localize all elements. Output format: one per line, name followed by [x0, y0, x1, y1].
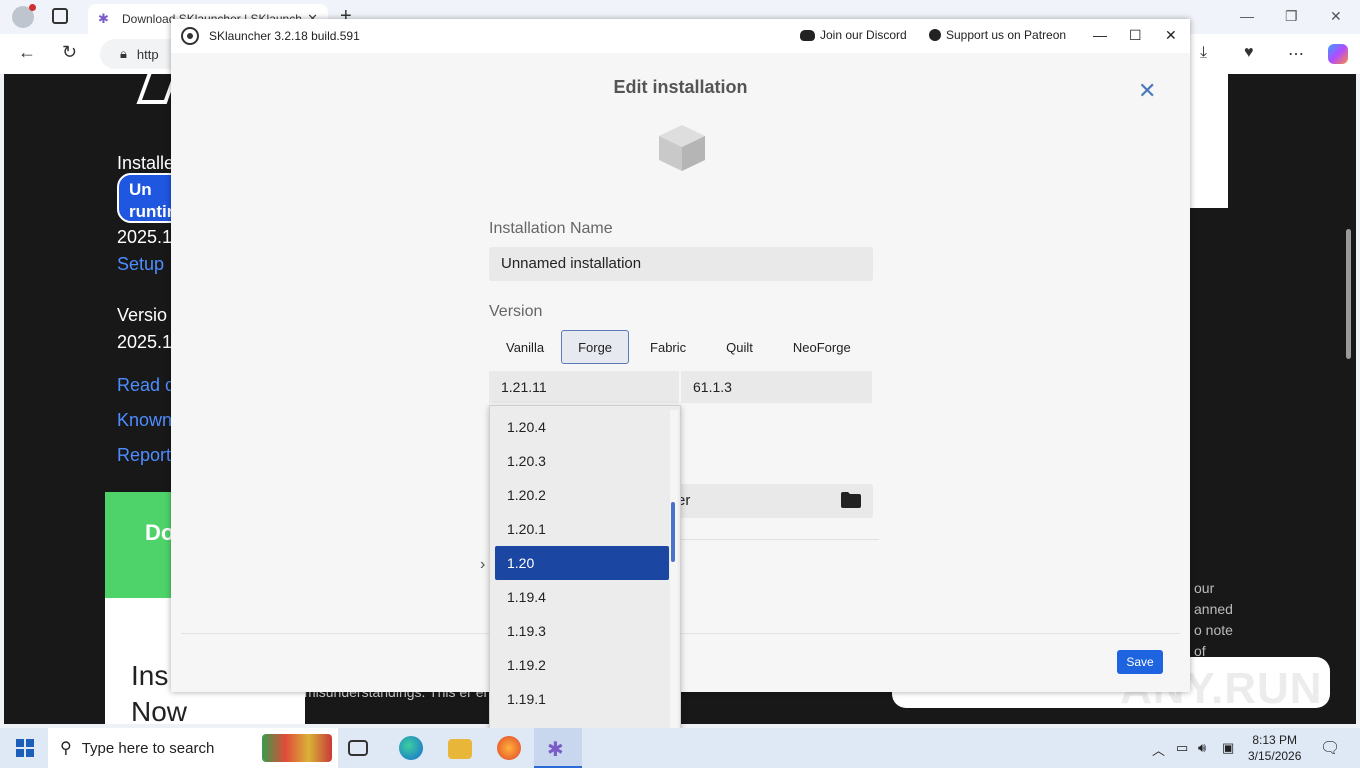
version-option[interactable]: 1.19.4	[495, 580, 669, 614]
patreon-link[interactable]: Support us on Patreon	[929, 28, 1066, 42]
url-text: http	[136, 46, 159, 62]
sklauncher-logo-icon	[181, 27, 199, 45]
right-text-1: our	[1194, 580, 1215, 596]
right-text-3: o note	[1194, 622, 1233, 638]
profile-avatar[interactable]	[12, 4, 36, 28]
browser-close-icon[interactable]: ✕	[1330, 8, 1342, 25]
loader-vanilla[interactable]: Vanilla	[489, 330, 561, 364]
sk-maximize-icon[interactable]: ☐	[1129, 27, 1142, 44]
minecraft-version-select[interactable]: 1.21.11	[489, 371, 679, 403]
search-highlight-icon	[262, 734, 332, 762]
back-arrow-icon[interactable]: ←	[18, 42, 36, 63]
volume-icon[interactable]: 🔊︎	[1198, 740, 1206, 756]
download-card[interactable]: Do	[105, 492, 175, 598]
version-option[interactable]: 1.20.2	[495, 478, 669, 512]
windows-start-icon[interactable]	[16, 739, 34, 757]
folder-icon[interactable]	[841, 492, 861, 508]
browser-restore-icon[interactable]: ❐	[1285, 8, 1298, 25]
version-option[interactable]: 1.20.4	[495, 410, 669, 444]
taskbar-clock[interactable]: 8:13 PM 3/15/2026	[1248, 732, 1301, 764]
sk-close-icon[interactable]: ✕	[1165, 27, 1177, 44]
task-view-icon[interactable]	[348, 740, 368, 756]
known-issues-link[interactable]: Known	[117, 410, 172, 431]
browser-minimize-icon[interactable]: —	[1240, 8, 1254, 24]
dialog-title: Edit installation	[613, 77, 748, 97]
version-dropdown-list[interactable]: 1.20.4 1.20.3 1.20.2 1.20.1 1.20 1.19.4 …	[489, 405, 681, 740]
file-explorer-icon[interactable]	[448, 739, 472, 759]
discord-label: Join our Discord	[820, 28, 907, 42]
installation-name-input[interactable]: Unnamed installation	[489, 247, 873, 281]
report-link[interactable]: Report	[117, 445, 171, 466]
loader-version-select[interactable]: 61.1.3	[681, 371, 872, 403]
taskbar-search-box[interactable]: ⚲ Type here to search	[48, 728, 338, 768]
copilot-icon[interactable]	[1328, 44, 1348, 64]
lock-icon: 🔒︎	[120, 46, 127, 61]
version-option[interactable]: 1.20.1	[495, 512, 669, 546]
dropdown-scroll-track[interactable]	[670, 410, 678, 737]
clock-date: 3/15/2026	[1248, 749, 1302, 763]
loader-quilt[interactable]: Quilt	[707, 330, 772, 364]
firefox-icon[interactable]	[497, 736, 521, 760]
patreon-icon	[929, 29, 941, 41]
sklauncher-taskbar-icon: ✱	[547, 739, 564, 761]
notifications-icon[interactable]: 🗨︎	[1320, 738, 1340, 758]
loader-fabric[interactable]: Fabric	[629, 330, 707, 364]
install-now-line2: Now	[131, 696, 188, 724]
clock-time: 8:13 PM	[1252, 733, 1298, 747]
discord-icon	[800, 29, 815, 41]
installed-label: Installe	[117, 153, 175, 173]
discord-link[interactable]: Join our Discord	[800, 28, 907, 42]
version-label: Version	[489, 303, 543, 320]
tray-chevron-icon[interactable]: ︿	[1152, 740, 1165, 759]
install-now-line1: Ins	[131, 660, 169, 691]
sk-minimize-icon[interactable]: —	[1093, 27, 1107, 43]
badge-line2: runtin	[129, 202, 178, 221]
installation-name-label: Installation Name	[489, 220, 613, 237]
download-card-text: Do	[145, 520, 175, 545]
installation-cube-icon[interactable]	[657, 123, 707, 173]
date-2: 2025.1	[117, 332, 173, 352]
version-option[interactable]: 1.19.3	[495, 614, 669, 648]
side-panel	[1190, 74, 1228, 208]
windows-taskbar: ⚲ Type here to search ✱ ︿ ▭ 🔊︎ ▣ 8:13 PM…	[0, 728, 1360, 768]
advanced-expand-chevron-icon[interactable]: ›	[480, 556, 485, 574]
version-option[interactable]: 1.19.1	[495, 682, 669, 716]
search-icon: ⚲	[60, 740, 72, 757]
read-link[interactable]: Read c	[117, 375, 174, 396]
loader-tabs: Vanilla Forge Fabric Quilt NeoForge	[489, 330, 872, 364]
save-button[interactable]: Save	[1117, 650, 1163, 674]
extension-icon[interactable]: ♥	[1244, 44, 1254, 62]
sklauncher-taskbar-button[interactable]: ✱	[534, 728, 582, 768]
dialog-close-icon[interactable]: ✕	[1138, 78, 1156, 104]
sk-window-title: SKlauncher 3.2.18 build.591	[209, 29, 360, 43]
version-label: Versio	[117, 305, 168, 325]
version-option-selected[interactable]: 1.20	[495, 546, 669, 580]
patreon-label: Support us on Patreon	[946, 28, 1067, 42]
date-1: 2025.1	[117, 227, 173, 247]
dropdown-scroll-thumb[interactable]	[671, 502, 675, 562]
display-icon[interactable]: ▣	[1222, 740, 1234, 756]
sklauncher-favicon-icon: ✱	[98, 11, 109, 26]
downloads-icon[interactable]: ⤓	[1200, 44, 1207, 62]
version-option[interactable]: 1.20.3	[495, 444, 669, 478]
setup-link[interactable]: Setup	[117, 254, 164, 275]
tray-network-icon[interactable]: ▭	[1176, 740, 1188, 756]
edge-browser-icon[interactable]	[399, 736, 423, 760]
version-option[interactable]: 1.19.2	[495, 648, 669, 682]
right-text-2: anned	[1194, 601, 1233, 617]
loader-neoforge[interactable]: NeoForge	[772, 330, 872, 364]
tab-actions-icon[interactable]	[52, 8, 68, 24]
refresh-icon[interactable]: ↻	[62, 42, 77, 63]
more-menu-icon[interactable]: ⋯	[1288, 44, 1304, 64]
page-scrollbar[interactable]	[1346, 229, 1351, 359]
search-placeholder: Type here to search	[81, 739, 215, 757]
loader-forge[interactable]: Forge	[561, 330, 630, 364]
badge-line1: Un	[129, 180, 152, 199]
